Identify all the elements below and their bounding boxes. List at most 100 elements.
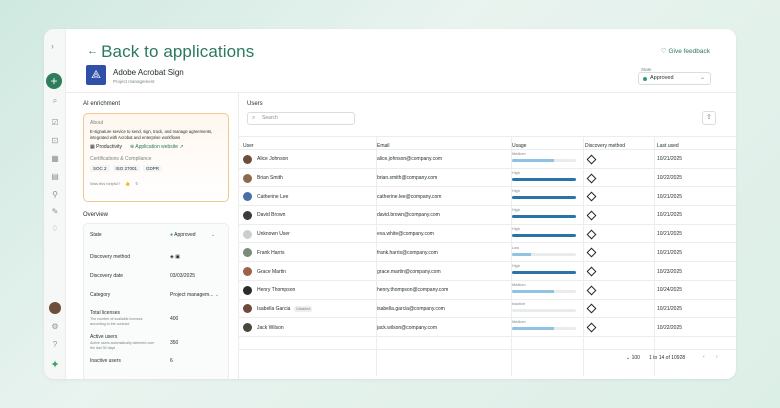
search-icon[interactable]: ⌕ bbox=[48, 94, 62, 108]
user-cell: Frank Harris bbox=[243, 244, 285, 263]
users-search-input[interactable]: ⌕ Search bbox=[247, 112, 355, 125]
discovery-method-icons: ◈ ▣ bbox=[170, 254, 180, 260]
ai-enrichment-title: AI enrichment bbox=[83, 101, 121, 107]
tools-icon[interactable]: ✎ bbox=[48, 204, 62, 218]
usage-bar bbox=[512, 289, 576, 293]
last-used-cell: 10/22/2025 bbox=[657, 175, 683, 182]
last-used-cell: 10/21/2025 bbox=[657, 231, 683, 238]
discovery-method-icon bbox=[586, 318, 597, 337]
back-to-applications-link[interactable]: ← Back to applications bbox=[87, 42, 254, 62]
email-cell: brian.smith@company.com bbox=[377, 175, 438, 182]
usage-label: High bbox=[512, 226, 520, 231]
status-badge: Disabled bbox=[294, 305, 313, 312]
settings-icon[interactable]: ⚙ bbox=[48, 319, 62, 333]
last-used-cell: 10/23/2025 bbox=[657, 268, 683, 275]
cert-badge: ISO 27001 bbox=[112, 165, 141, 172]
user-avatar[interactable] bbox=[49, 302, 61, 314]
discovery-method-icon bbox=[586, 206, 597, 225]
give-feedback-link[interactable]: ♡ Give feedback bbox=[661, 47, 710, 55]
table-row[interactable]: Alice Johnson alice.johnson@company.com Me… bbox=[238, 150, 736, 169]
discovery-method-icon bbox=[586, 244, 597, 263]
user-cell: Isabella Garcia Disabled bbox=[243, 300, 313, 319]
overview-row-discovery-date: Discovery date 03/03/2025 bbox=[90, 273, 196, 279]
last-used-cell: 10/21/2025 bbox=[657, 193, 683, 200]
page-size-select[interactable]: ⌄ 100 bbox=[626, 355, 640, 361]
usage-label: Medium bbox=[512, 320, 526, 325]
category-select[interactable]: Project managem... ⌄ bbox=[170, 292, 219, 298]
email-cell: grace.martin@company.com bbox=[377, 268, 441, 275]
back-arrow-icon: ← bbox=[87, 45, 99, 57]
table-footer: ⌄ 100 1 to 14 of 10928 ‹ › bbox=[238, 349, 736, 367]
avatar bbox=[243, 323, 252, 333]
discovery-method-icon bbox=[586, 281, 597, 300]
overview-row-state: State ● Approved ⌄ bbox=[90, 232, 216, 238]
usage-label: Medium bbox=[512, 282, 526, 287]
user-name: Grace Martin bbox=[257, 268, 286, 275]
usage-label: Low bbox=[512, 245, 519, 250]
chevron-down-icon: ⌄ bbox=[699, 75, 705, 81]
usage-bar bbox=[512, 252, 576, 256]
reports-icon[interactable]: ▤ bbox=[48, 169, 62, 183]
overview-state-select[interactable]: ● Approved ⌄ bbox=[170, 232, 215, 238]
refresh-icon[interactable]: ↻ bbox=[135, 181, 138, 186]
help-icon[interactable]: ? bbox=[48, 337, 62, 351]
export-button[interactable]: ⇪ bbox=[702, 111, 716, 125]
user-name: Unknown User bbox=[257, 231, 290, 238]
idea-icon[interactable]: ♢ bbox=[48, 221, 62, 235]
prev-page-icon[interactable]: ‹ bbox=[703, 354, 705, 360]
state-select[interactable]: Approved ⌄ bbox=[638, 72, 711, 85]
table-row[interactable]: Grace Martin grace.martin@company.com High… bbox=[238, 262, 736, 281]
usage-bar bbox=[512, 196, 576, 200]
last-used-cell: 10/21/2025 bbox=[657, 156, 683, 163]
table-row[interactable]: Jack Wilson jack.wilson@company.com Medium… bbox=[238, 318, 736, 337]
sidebar: › + ⌕ ☑ ⊡ ▦ ▤ ⚲ ✎ ♢ ⚙ ? ✦ bbox=[44, 29, 66, 379]
back-label: Back to applications bbox=[101, 42, 255, 61]
apps-icon[interactable]: ▦ bbox=[48, 151, 62, 165]
next-page-icon[interactable]: › bbox=[716, 354, 718, 360]
email-cell: jack.wilson@company.com bbox=[377, 324, 438, 331]
table-row[interactable]: Brian Smith brian.smith@company.com High 10… bbox=[238, 169, 736, 188]
about-label: About bbox=[90, 120, 104, 126]
status-dot-icon bbox=[643, 77, 647, 81]
add-icon[interactable]: + bbox=[46, 73, 62, 89]
cert-badge: SOC 2 bbox=[90, 165, 110, 172]
thumbs-up-icon[interactable]: 👍 bbox=[125, 181, 130, 186]
user-name: Brian Smith bbox=[257, 175, 283, 182]
avatar bbox=[243, 192, 252, 202]
user-name: David Brown bbox=[257, 212, 286, 219]
checklist-icon[interactable]: ☑ bbox=[48, 115, 62, 129]
app-category: Project management bbox=[113, 79, 155, 84]
overview-row-total-licenses: Total licenses The number of available li… bbox=[90, 310, 179, 326]
total-licenses-input[interactable]: 400 bbox=[170, 316, 178, 322]
table-row[interactable]: Frank Harris frank.harris@company.com Low 1… bbox=[238, 244, 736, 263]
usage-bar bbox=[512, 233, 576, 237]
app-description: E-signature service to send, sign, track… bbox=[90, 129, 213, 140]
usage-label: High bbox=[512, 208, 520, 213]
user-cell: Henry Thompson bbox=[243, 281, 295, 300]
email-cell: henry.thompson@company.com bbox=[377, 287, 449, 294]
chevron-down-icon: ⌄ bbox=[214, 292, 219, 298]
table-row[interactable]: David Brown david.brown@company.com High 10… bbox=[238, 206, 736, 225]
application-website-link[interactable]: ⊕ Application website ↗ bbox=[130, 144, 184, 150]
link-icon[interactable]: ⚲ bbox=[48, 187, 62, 201]
inspect-icon[interactable]: ⊡ bbox=[48, 133, 62, 147]
expand-sidebar-icon[interactable]: › bbox=[51, 41, 54, 51]
export-icon: ⇪ bbox=[706, 114, 712, 121]
email-cell: eva.white@company.com bbox=[377, 231, 434, 238]
usage-label: Inactive bbox=[512, 301, 526, 306]
email-cell: alice.johnson@company.com bbox=[377, 156, 443, 163]
overview-row-category: Category Project managem... ⌄ bbox=[90, 292, 219, 298]
col-divider bbox=[654, 136, 655, 376]
state-value: Approved bbox=[650, 75, 674, 81]
usage-label: High bbox=[512, 189, 520, 194]
user-name: Alice Johnson bbox=[257, 156, 289, 163]
table-row[interactable]: Unknown User eva.white@company.com High 10/… bbox=[238, 225, 736, 244]
overview-row-inactive-users: Inactive users 6 bbox=[90, 358, 173, 364]
chevron-down-icon: ⌄ bbox=[210, 232, 216, 238]
discovery-method-icon bbox=[586, 225, 597, 244]
email-cell: isabella.garcia@company.com bbox=[377, 305, 445, 312]
table-row[interactable]: Catherine Lee catherine.lee@company.com Hi… bbox=[238, 187, 736, 207]
table-row[interactable]: Isabella Garcia Disabled isabella.garcia@c… bbox=[238, 300, 736, 319]
table-row[interactable]: Henry Thompson henry.thompson@company.com… bbox=[238, 281, 736, 300]
usage-label: High bbox=[512, 170, 520, 175]
